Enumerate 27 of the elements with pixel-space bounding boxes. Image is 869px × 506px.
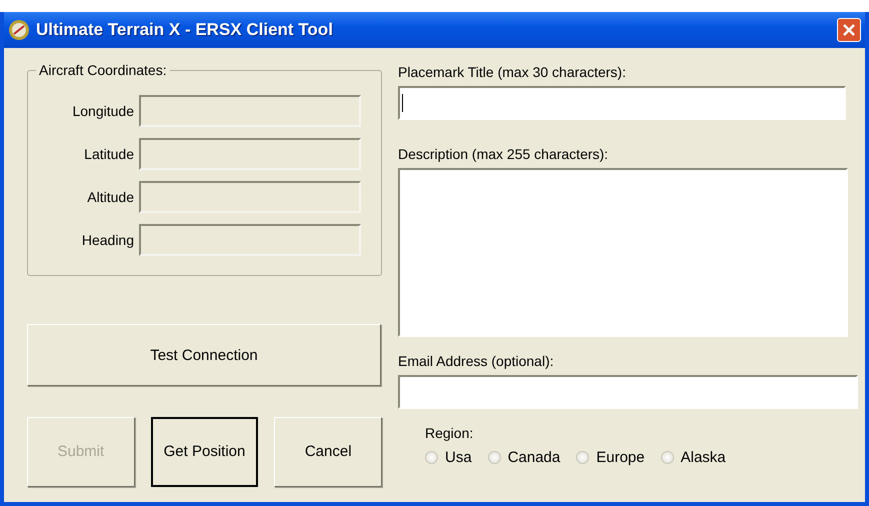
close-icon <box>841 22 857 38</box>
close-button[interactable] <box>837 18 861 42</box>
region-label: Region: <box>425 425 474 441</box>
readonly-field[interactable] <box>139 181 361 213</box>
readonly-field[interactable] <box>139 138 361 170</box>
window-title: Ultimate Terrain X - ERSX Client Tool <box>36 20 334 40</box>
radio-option[interactable]: Europe <box>576 449 645 466</box>
globe-icon <box>8 19 30 41</box>
field-label: Longitude <box>72 103 134 119</box>
dialog-button[interactable]: Get Position <box>150 417 258 487</box>
email-field[interactable] <box>398 375 858 409</box>
description-field[interactable] <box>398 168 848 337</box>
dialog-button[interactable]: Cancel <box>274 417 382 487</box>
radio-option[interactable]: Usa <box>425 449 472 466</box>
field-label: Description (max 255 characters): <box>398 146 610 162</box>
radio-option[interactable]: Alaska <box>660 449 726 466</box>
radio-option[interactable]: Canada <box>488 449 560 466</box>
group-label: Aircraft Coordinates: <box>36 62 170 78</box>
field-label: Latitude <box>84 146 134 162</box>
field-label: Altitude <box>87 189 134 205</box>
title-field[interactable] <box>398 86 846 120</box>
field-label: Heading <box>82 232 134 248</box>
field-label: Email Address (optional): <box>398 353 555 369</box>
readonly-field[interactable] <box>139 224 361 256</box>
test-connection-button[interactable]: Test Connection <box>27 324 381 386</box>
field-label: Placemark Title (max 30 characters): <box>398 64 627 80</box>
readonly-field[interactable] <box>139 95 361 127</box>
